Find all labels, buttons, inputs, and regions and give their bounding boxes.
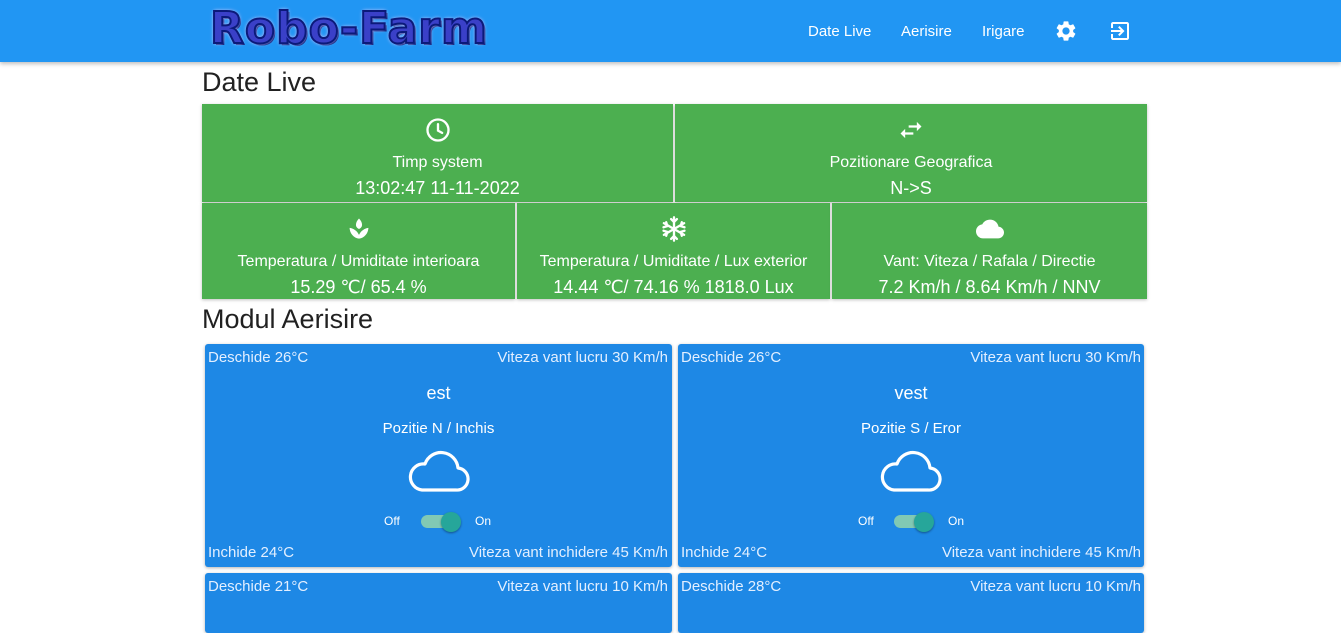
- tile-value: 15.29 ℃/ 65.4 %: [290, 277, 427, 297]
- vent-name: vest: [894, 383, 928, 403]
- open-temperature: Deschide 26°C: [681, 349, 782, 366]
- toggle-knob[interactable]: [441, 512, 461, 532]
- tile-system-time: Timp system 13:02:47 11-11-2022: [202, 104, 673, 202]
- clock-icon: [425, 118, 450, 142]
- tile-value: 7.2 Km/h / 8.64 Km/h / NNV: [878, 277, 1101, 297]
- sprout-icon: [349, 218, 368, 239]
- work-wind-speed: Viteza vant lucru 30 Km/h: [497, 349, 668, 366]
- tile-value: N->S: [890, 178, 932, 198]
- work-wind-speed: Viteza vant lucru 30 Km/h: [970, 349, 1141, 366]
- tile-label: Temperatura / Umiditate / Lux exterior: [539, 253, 808, 270]
- section-title-aerisire: Modul Aerisire: [202, 304, 374, 334]
- section-title-date-live: Date Live: [202, 67, 317, 97]
- vent-toggle: Off On: [678, 510, 1144, 532]
- tile-label: Temperatura / Umiditate interioara: [237, 253, 480, 270]
- tile-geo-position: Pozitionare Geografica N->S: [675, 104, 1147, 202]
- toggle-off-label: Off: [384, 514, 400, 528]
- toggle-on-label: On: [948, 514, 965, 528]
- nav-irigare[interactable]: Irigare: [982, 0, 1025, 62]
- close-temperature: Inchide 24°C: [208, 544, 295, 561]
- vent-card-4: Deschide 28°C Viteza vant lucru 10 Km/h: [678, 573, 1144, 633]
- vent-toggle: Off On: [205, 510, 672, 532]
- cloud-outline-icon: [880, 450, 942, 492]
- toggle-switch[interactable]: [421, 512, 461, 532]
- cloud-icon: [975, 219, 1004, 239]
- nav-aerisire[interactable]: Aerisire: [901, 0, 952, 62]
- vent-name: est: [426, 383, 451, 403]
- close-wind-speed: Viteza vant inchidere 45 Km/h: [941, 544, 1141, 561]
- open-temperature: Deschide 28°C: [681, 578, 782, 595]
- vent-card-est: Deschide 26°C Viteza vant lucru 30 Km/h …: [205, 344, 672, 567]
- toggle-knob[interactable]: [914, 512, 934, 532]
- tile-label: Timp system: [392, 154, 483, 171]
- tile-wind: Vant: Viteza / Rafala / Directie 7.2 Km/…: [832, 203, 1147, 299]
- snowflake-icon: [661, 216, 686, 242]
- tile-value: 13:02:47 11-11-2022: [355, 178, 520, 198]
- top-app-bar: Robo-Farm Date Live Aerisire Irigare: [0, 0, 1341, 62]
- close-temperature: Inchide 24°C: [681, 544, 768, 561]
- nav-date-live[interactable]: Date Live: [808, 0, 871, 62]
- logout-icon[interactable]: [1108, 19, 1132, 43]
- open-temperature: Deschide 26°C: [208, 349, 309, 366]
- tile-label: Pozitionare Geografica: [829, 154, 993, 171]
- work-wind-speed: Viteza vant lucru 10 Km/h: [497, 578, 668, 595]
- close-wind-speed: Viteza vant inchidere 45 Km/h: [468, 544, 668, 561]
- work-wind-speed: Viteza vant lucru 10 Km/h: [970, 578, 1141, 595]
- settings-icon[interactable]: [1054, 19, 1078, 43]
- cloud-outline-icon: [408, 450, 470, 492]
- tile-interior-climate: Temperatura / Umiditate interioara 15.29…: [202, 203, 515, 299]
- open-temperature: Deschide 21°C: [208, 578, 309, 595]
- toggle-switch[interactable]: [894, 512, 934, 532]
- toggle-off-label: Off: [858, 514, 874, 528]
- vent-position: Pozitie S / Eror: [860, 420, 962, 437]
- robo-farm-logo[interactable]: Robo-Farm: [209, 4, 520, 54]
- toggle-on-label: On: [475, 514, 492, 528]
- tile-label: Vant: Viteza / Rafala / Directie: [883, 253, 1096, 270]
- swap-arrows-icon: [900, 121, 922, 139]
- tile-exterior-climate: Temperatura / Umiditate / Lux exterior 1…: [517, 203, 830, 299]
- tile-value: 14.44 ℃/ 74.16 % 1818.0 Lux: [553, 277, 794, 297]
- vent-position: Pozitie N / Inchis: [382, 420, 495, 437]
- vent-card-3: Deschide 21°C Viteza vant lucru 10 Km/h: [205, 573, 672, 633]
- vent-card-vest: Deschide 26°C Viteza vant lucru 30 Km/h …: [678, 344, 1144, 567]
